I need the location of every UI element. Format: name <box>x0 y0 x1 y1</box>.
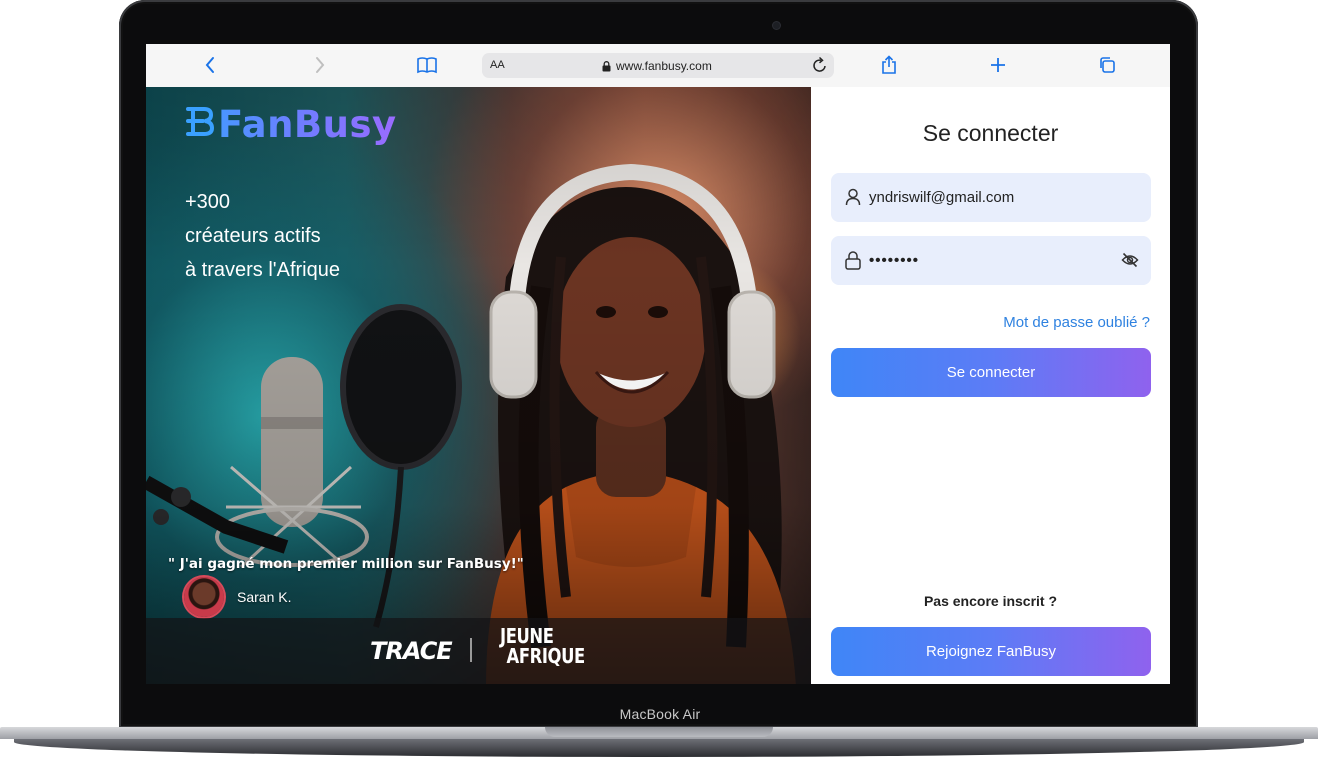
avatar <box>184 577 224 617</box>
padlock-icon <box>845 251 861 275</box>
back-button[interactable] <box>200 52 220 78</box>
stats-line-1: +300 <box>185 191 231 213</box>
brand-name: FanBusy <box>218 103 397 146</box>
eye-off-icon <box>1121 252 1139 268</box>
signup-button[interactable]: Rejoignez FanBusy <box>831 627 1151 676</box>
password-field[interactable] <box>831 236 1151 285</box>
reload-icon <box>813 56 826 72</box>
address-bar[interactable]: AA www.fanbusy.com <box>482 53 834 78</box>
ja-line-1: JEUNE <box>500 624 554 648</box>
tabs-icon <box>1100 57 1115 73</box>
lock-icon <box>602 60 611 71</box>
share-button[interactable] <box>879 52 899 78</box>
brand-icon <box>184 103 215 146</box>
reload-button[interactable] <box>812 56 828 79</box>
login-panel: Se connecter Mot de passe oublié ? Se co… <box>811 87 1170 684</box>
share-icon <box>882 55 896 74</box>
email-field[interactable] <box>831 173 1151 222</box>
base-bottom <box>14 739 1304 757</box>
laptop-base <box>0 727 1318 757</box>
user-icon <box>845 188 861 211</box>
plus-icon <box>991 58 1005 72</box>
hero-stats: +300 créateurs actifs à travers l'Afriqu… <box>185 185 340 287</box>
signup-question: Pas encore inscrit ? <box>923 593 1058 609</box>
screen: AA www.fanbusy.com FanBusy +300 créateur… <box>146 44 1170 684</box>
jeune-afrique-logo: JEUNE AFRIQUE <box>500 626 585 666</box>
stats-line-3: à travers l'Afrique <box>185 259 340 281</box>
laptop-model-label: MacBook Air <box>619 706 701 722</box>
partners-divider <box>470 638 472 662</box>
hero-banner: FanBusy +300 créateurs actifs à travers … <box>146 87 811 684</box>
partners-bar: TRACE JEUNE AFRIQUE <box>146 618 811 684</box>
url-text: www.fanbusy.com <box>616 59 712 73</box>
reader-button[interactable]: AA <box>490 59 505 71</box>
stats-line-2: créateurs actifs <box>185 225 321 247</box>
browser-toolbar: AA www.fanbusy.com <box>146 44 1170 88</box>
brand-logo[interactable]: FanBusy <box>184 103 397 146</box>
new-tab-button[interactable] <box>988 52 1008 78</box>
base-notch <box>545 727 773 737</box>
toggle-password-button[interactable] <box>1121 251 1139 274</box>
bookmarks-icon <box>417 57 437 74</box>
author-name: Saran K. <box>237 589 292 605</box>
camera-dot <box>773 22 780 29</box>
password-input[interactable] <box>869 236 1109 285</box>
testimonial-author: Saran K. <box>184 577 291 617</box>
login-button[interactable]: Se connecter <box>831 348 1151 397</box>
trace-logo: TRACE <box>370 637 453 665</box>
forward-button[interactable] <box>310 52 330 78</box>
url-display: www.fanbusy.com <box>602 59 712 73</box>
tabs-button[interactable] <box>1097 52 1117 78</box>
testimonial-quote: " J'ai gagné mon premier million sur Fan… <box>168 556 524 572</box>
forgot-password-link[interactable]: Mot de passe oublié ? <box>1003 314 1150 331</box>
email-input[interactable] <box>869 173 1109 222</box>
back-icon <box>205 57 214 73</box>
bookmarks-button[interactable] <box>415 52 439 78</box>
ja-line-2: AFRIQUE <box>506 644 586 668</box>
login-title: Se connecter <box>922 120 1059 146</box>
forward-icon <box>316 57 325 73</box>
